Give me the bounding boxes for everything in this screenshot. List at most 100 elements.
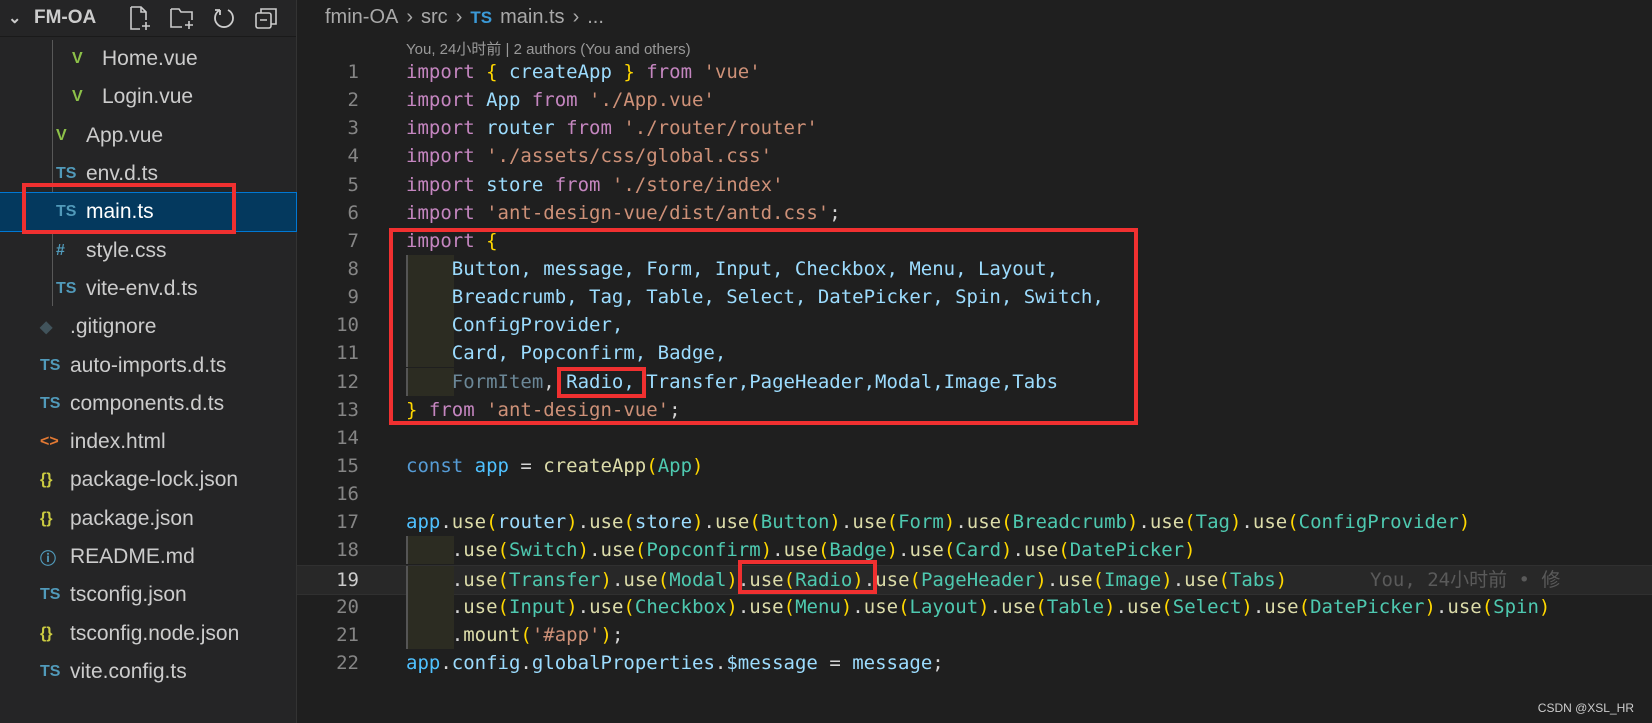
code-line: 21 .mount('#app'); — [297, 620, 1652, 649]
code-text: Button, message, Form, Input, Checkbox, … — [406, 255, 1058, 283]
code-token: ) — [1104, 595, 1116, 618]
code-token: use — [600, 539, 635, 562]
code-token: ) — [600, 623, 612, 646]
code-token: Radio, Transfer,PageHeader,Modal,Image,T… — [566, 370, 1059, 393]
code-token: ) — [1035, 568, 1047, 591]
code-token: . — [1252, 595, 1265, 618]
collapse-all-icon[interactable] — [252, 4, 280, 32]
code-token: './App.vue' — [589, 89, 715, 112]
code-token: . — [406, 539, 464, 562]
file-item-label: auto-imports.d.ts — [70, 353, 227, 377]
code-token: 'ant-design-vue/dist/antd.css' — [486, 201, 830, 224]
code-token: ) — [1126, 511, 1139, 534]
breadcrumb-item[interactable]: main.ts — [500, 6, 564, 29]
code-token: use — [589, 595, 624, 618]
code-line: 16 — [297, 480, 1652, 508]
code-token: './store/index' — [611, 173, 784, 196]
code-line: 10 ConfigProvider, — [297, 311, 1652, 340]
code-token: . — [440, 651, 452, 674]
code-token: app — [474, 454, 521, 477]
code-token: import — [406, 201, 487, 224]
breadcrumb-item[interactable]: fmin-OA — [325, 6, 398, 29]
file-item[interactable]: TS env.d.ts — [0, 155, 296, 193]
code-line: 12 FormItem, Radio, Transfer,PageHeader,… — [297, 367, 1652, 396]
code-token: ( — [898, 595, 910, 618]
file-item[interactable]: TS main.ts — [0, 192, 297, 233]
file-item[interactable]: TS vite-env.d.ts — [0, 270, 296, 308]
code-text: .use(Switch).use(Popconfirm).use(Badge).… — [406, 536, 1196, 564]
code-token: ( — [1092, 568, 1105, 591]
code-token: ( — [1218, 568, 1230, 591]
file-item[interactable]: {} package.json — [0, 500, 296, 538]
line-number: 15 — [336, 454, 359, 477]
file-item[interactable]: TS components.d.ts — [0, 385, 296, 423]
code-token: use — [1264, 595, 1299, 618]
code-token: ( — [497, 539, 509, 562]
code-token: use — [875, 568, 910, 591]
file-item[interactable]: V Login.vue — [0, 78, 296, 116]
chevron-down-icon[interactable]: ⌄ — [8, 8, 34, 28]
code-text: import App from './App.vue' — [406, 86, 715, 114]
code-token: Card — [955, 539, 1002, 562]
code-token: import — [406, 61, 487, 83]
file-item[interactable]: <> index.html — [0, 423, 296, 461]
file-item[interactable]: TS auto-imports.d.ts — [0, 346, 296, 384]
code-token: . — [772, 539, 784, 562]
html-file-icon: <> — [40, 433, 59, 451]
code-line: 6 import 'ant-design-vue/dist/antd.css'; — [297, 199, 1652, 227]
line-number: 9 — [347, 286, 359, 309]
code-token: ) — [1184, 539, 1196, 562]
code-token: . — [406, 623, 464, 646]
file-item[interactable]: V Home.vue — [0, 40, 296, 78]
code-token: . — [577, 511, 590, 534]
line-number: 10 — [336, 314, 359, 337]
line-number: 19 — [336, 568, 359, 591]
file-item[interactable]: {} tsconfig.node.json — [0, 614, 296, 652]
new-file-icon[interactable] — [126, 4, 154, 32]
file-item[interactable]: {} package-lock.json — [0, 461, 296, 499]
file-item[interactable]: ⓘ README.md — [0, 538, 296, 576]
code-token: config — [451, 651, 521, 674]
line-number: 4 — [347, 145, 359, 168]
codelens-blame[interactable]: You, 24小时前 | 2 authors (You and others) — [406, 38, 691, 59]
code-token: ( — [1481, 595, 1494, 618]
code-token: app — [406, 651, 441, 674]
code-token: ( — [749, 511, 761, 534]
code-token: Breadcrumb — [1012, 511, 1127, 534]
code-token: use — [1023, 539, 1059, 562]
code-token: . — [611, 568, 624, 591]
refresh-icon[interactable] — [210, 4, 238, 32]
new-folder-icon[interactable] — [168, 4, 196, 32]
code-token: ) — [978, 595, 990, 618]
file-item[interactable]: TS vite.config.ts — [0, 653, 296, 691]
line-number: 2 — [347, 89, 359, 112]
code-token: use — [966, 511, 1002, 534]
code-token: use — [463, 568, 498, 591]
file-item[interactable]: # style.css — [0, 231, 296, 269]
file-item[interactable]: TS tsconfig.json — [0, 576, 296, 614]
code-token: Transfer — [508, 568, 601, 591]
line-number: 14 — [336, 426, 359, 449]
code-token: use — [852, 511, 887, 534]
code-token: use — [451, 511, 487, 534]
code-token: . — [714, 651, 727, 674]
code-text: import store from './store/index' — [406, 171, 784, 199]
code-token: from — [417, 398, 487, 421]
breadcrumb-item[interactable]: src — [421, 6, 448, 29]
code-token: ( — [1161, 595, 1173, 618]
file-tree: V Home.vue V Login.vue V App.vue TS env.d.ts TS m… — [0, 40, 297, 691]
file-item[interactable]: V App.vue — [0, 117, 296, 155]
file-item[interactable]: ◆ .gitignore — [0, 308, 296, 346]
watermark: CSDN @XSL_HR — [1537, 701, 1634, 715]
code-token: . — [1435, 595, 1448, 618]
code-token: 'vue' — [703, 61, 761, 83]
code-line: 4 import './assets/css/global.css' — [297, 142, 1652, 170]
explorer-sidebar: ⌄ FM-OA V Home.vue V Login.vue V App.vue TS env… — [0, 0, 297, 723]
code-token: App — [657, 454, 693, 477]
code-token: = — [817, 651, 853, 674]
line-number: 17 — [336, 511, 359, 534]
code-token: ( — [886, 511, 899, 534]
breadcrumb-item[interactable]: ... — [587, 6, 604, 29]
